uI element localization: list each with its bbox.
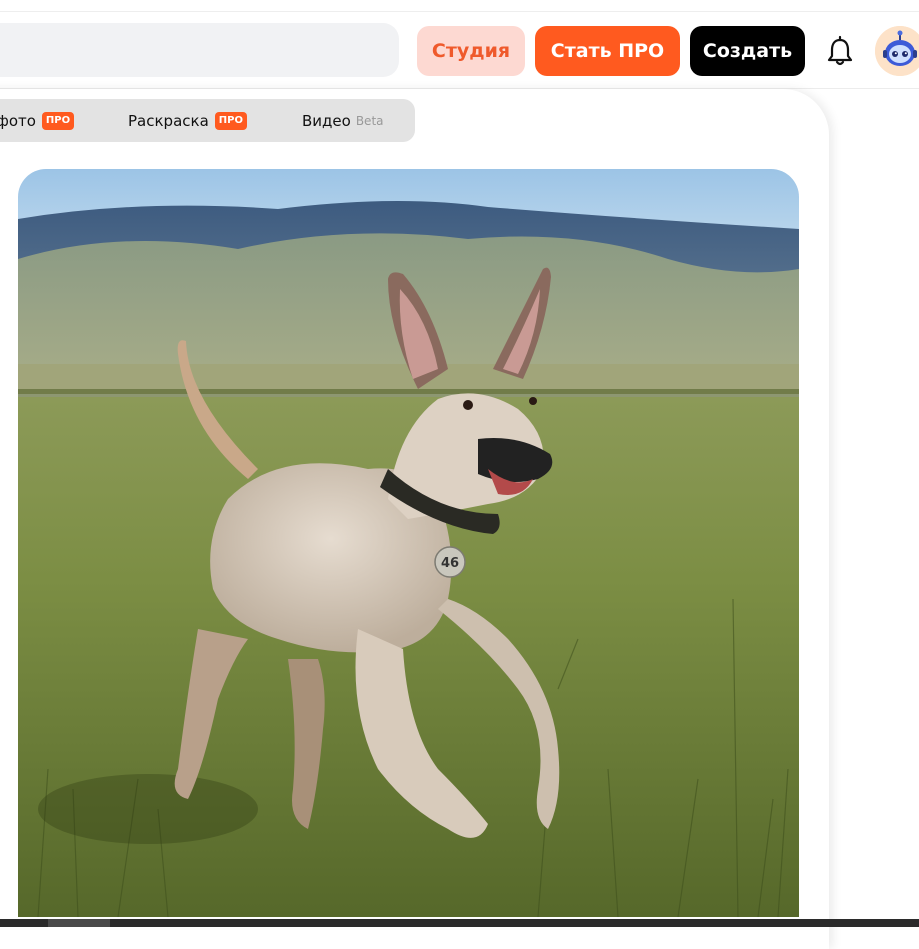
dog-running-in-field-image: 46 — [18, 169, 799, 917]
bell-icon[interactable] — [822, 34, 858, 70]
tab-coloring-label: Раскраска — [128, 111, 209, 130]
create-button[interactable]: Создать — [690, 26, 805, 76]
bottom-bar-segment — [48, 919, 110, 927]
collar-tag-number: 46 — [441, 556, 459, 571]
tab-video-label: Видео — [302, 111, 351, 130]
search-input[interactable] — [0, 23, 399, 77]
avatar[interactable] — [875, 26, 919, 76]
become-pro-button[interactable]: Стать ПРО — [535, 26, 680, 76]
robot-avatar-icon — [875, 26, 919, 76]
beta-label: Beta — [355, 113, 384, 128]
tab-video[interactable]: Видео Beta — [302, 99, 384, 142]
header: Студия Стать ПРО Создать — [0, 12, 919, 89]
pro-badge: ПРО — [41, 111, 75, 130]
tab-coloring[interactable]: Раскраска ПРО — [128, 99, 247, 142]
tab-photo-label: фото — [0, 111, 36, 130]
top-border — [0, 0, 919, 12]
generated-image[interactable]: 46 — [18, 169, 799, 917]
tab-photo[interactable]: фото ПРО — [0, 99, 75, 142]
pro-badge: ПРО — [214, 111, 247, 130]
bottom-bar — [0, 919, 919, 927]
mode-tabs: фото ПРО Раскраска ПРО Видео Beta — [0, 99, 415, 142]
studio-button[interactable]: Студия — [417, 26, 525, 76]
